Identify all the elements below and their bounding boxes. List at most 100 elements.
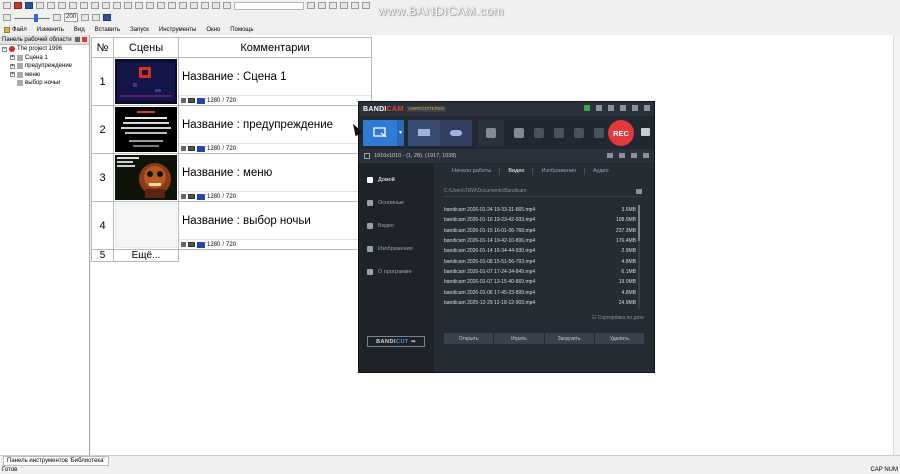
scene-thumbnail[interactable] <box>115 107 177 152</box>
undo-icon[interactable] <box>80 2 88 9</box>
layer-icon[interactable] <box>212 2 220 9</box>
help-icon[interactable] <box>168 2 176 9</box>
frame2-icon[interactable] <box>340 2 348 9</box>
webcam-toggle[interactable] <box>478 119 504 146</box>
recording-list-item[interactable]: bandicam 2026-01-16 19-23-42-933.mp4 108.… <box>444 215 636 225</box>
scene-thumbnail[interactable] <box>115 203 177 248</box>
layout-icon[interactable] <box>201 2 209 9</box>
grid-icon[interactable] <box>190 2 198 9</box>
scene-comment-cell[interactable]: Название : выбор ночьи 1280 / 720 <box>178 201 372 250</box>
scene-comment-cell[interactable]: Название : Сцена 1 1280 / 720 <box>178 57 372 106</box>
table-row[interactable]: 3 Название: меню 1280 / 720 <box>91 153 372 202</box>
open-button[interactable]: Открыть <box>444 333 494 344</box>
more-scenes-button[interactable]: Ещё... <box>113 249 179 262</box>
preview-icon[interactable] <box>157 2 165 9</box>
tree-item-night-select[interactable]: выбор ночьи <box>0 79 89 88</box>
vertical-scrollbar[interactable] <box>893 35 900 455</box>
menu-run[interactable]: Запуск <box>130 27 149 33</box>
tree-item-project[interactable]: − The project 1996 <box>0 45 89 54</box>
expand-icon[interactable]: + <box>10 63 15 69</box>
pin-icon[interactable] <box>75 37 80 42</box>
about-icon[interactable] <box>179 2 187 9</box>
redo-icon[interactable] <box>91 2 99 9</box>
menu-help[interactable]: Помощь <box>230 27 253 33</box>
mode-dropdown-button[interactable]: ▾ <box>397 119 404 146</box>
sidebar-item-general[interactable]: Основные <box>359 191 434 214</box>
table-row[interactable]: 2 Название: предупреждение 1280 / 720 <box>91 105 372 154</box>
frame3-icon[interactable] <box>351 2 359 9</box>
frame4-icon[interactable] <box>362 2 370 9</box>
menu-window[interactable]: Окно <box>206 27 220 33</box>
paste-icon[interactable] <box>69 2 77 9</box>
build-icon[interactable] <box>146 2 154 9</box>
text-overlay-icon[interactable] <box>574 127 584 138</box>
properties-icon[interactable] <box>181 146 186 151</box>
properties-icon[interactable] <box>181 194 186 199</box>
tree-item-warning[interactable]: + предупреждение <box>0 62 89 71</box>
help-icon[interactable] <box>620 105 626 111</box>
scene-comment-cell[interactable]: Название : меню 1280 / 720 <box>178 153 372 202</box>
object-selector-field[interactable] <box>234 1 304 10</box>
fit-icon[interactable] <box>631 153 637 158</box>
nav-left-icon[interactable] <box>307 2 315 9</box>
expand-icon[interactable]: + <box>10 72 15 78</box>
zoom-view-icon[interactable] <box>103 14 111 21</box>
folder-icon[interactable] <box>596 105 602 111</box>
sidebar-item-video[interactable]: Видео <box>359 214 434 237</box>
tab-images[interactable]: Изображения <box>533 167 586 175</box>
scene-thumbnail[interactable] <box>115 155 177 200</box>
recording-list-item[interactable]: bandicam 2026-01-08 15-51-56-793.mp4 4.8M… <box>444 256 636 266</box>
output-folder-path[interactable]: C:\Users\TRW\Documents\Bandicam <box>444 188 642 197</box>
transition-icon[interactable] <box>188 242 195 247</box>
recording-list-item[interactable]: bandicam 2026-01-07 17-24-34-849.mp4 6.1M… <box>444 267 636 277</box>
zoom-grid-icon[interactable] <box>92 14 100 21</box>
tree-item-scene-1[interactable]: + Сцена 1 <box>0 54 89 63</box>
scene-thumbnail-cell[interactable] <box>113 105 179 154</box>
recording-list-item[interactable]: bandicam 2026-01-15 16-01-06-768.mp4 237.… <box>444 226 636 236</box>
scene-thumbnail-cell[interactable] <box>113 153 179 202</box>
new-icon[interactable] <box>3 2 11 9</box>
microphone-icon[interactable] <box>534 127 544 138</box>
collapse-icon[interactable] <box>643 153 649 158</box>
table-row[interactable]: 4 Название : выбор ночьи 1280 / 720 <box>91 201 372 250</box>
menu-insert[interactable]: Вставить <box>95 27 120 33</box>
resize-icon[interactable] <box>619 153 625 158</box>
rectangle-mode-button[interactable] <box>363 119 397 146</box>
table-row[interactable]: 1 Название: Сцена 1 1280 / 720 <box>91 57 372 106</box>
transition-icon[interactable] <box>188 194 195 199</box>
zoom-slider[interactable] <box>14 13 50 22</box>
recording-list-item[interactable]: bandicam 2026-01-07 13-15-40-869.mp4 19.0… <box>444 277 636 287</box>
delete-button[interactable]: Удалить <box>594 333 644 344</box>
properties-icon[interactable] <box>181 242 186 247</box>
copy-icon[interactable] <box>58 2 66 9</box>
sidebar-item-images[interactable]: Изображения <box>359 237 434 260</box>
stop-icon[interactable] <box>124 2 132 9</box>
tree-item-menu[interactable]: + меню <box>0 71 89 80</box>
zoom-value-field[interactable]: 200 <box>64 13 78 22</box>
cut-icon[interactable] <box>47 2 55 9</box>
run-icon[interactable] <box>113 2 121 9</box>
menu-edit[interactable]: Изменить <box>37 27 64 33</box>
nav-right-icon[interactable] <box>318 2 326 9</box>
lock-icon[interactable] <box>584 105 590 111</box>
frame-icon[interactable] <box>329 2 337 9</box>
menu-file[interactable]: Файл <box>4 26 27 33</box>
config-icon[interactable] <box>135 2 143 9</box>
transition-icon[interactable] <box>188 98 195 103</box>
minimize-icon[interactable] <box>632 105 638 111</box>
bandicut-button[interactable]: BANDI CUT ⇒ <box>367 336 425 347</box>
tab-audio[interactable]: Аудио <box>585 168 617 175</box>
zoom-out-icon[interactable] <box>3 14 11 21</box>
zoom-fit-icon[interactable] <box>81 14 89 21</box>
collapse-icon[interactable]: − <box>2 46 7 52</box>
menu-tools[interactable]: Инструменты <box>159 27 196 33</box>
settings-icon[interactable] <box>608 105 614 111</box>
recording-list-item[interactable]: bandicam 2025-12-29 12-18-12-903.mp4 24.9… <box>444 298 636 308</box>
find-icon[interactable] <box>102 2 110 9</box>
save-all-icon[interactable] <box>36 2 44 9</box>
recording-list-item[interactable]: bandicam 2026-01-06 17-45-23-899.mp4 4.8M… <box>444 287 636 297</box>
camera-icon[interactable] <box>641 128 650 136</box>
recording-list-item[interactable]: bandicam 2026-01-24 19-33-31-865.mp4 3.6M… <box>444 205 636 215</box>
sort-by-date[interactable]: ☷ Сортировка по дате <box>592 315 644 321</box>
menu-view[interactable]: Вид <box>74 27 85 33</box>
